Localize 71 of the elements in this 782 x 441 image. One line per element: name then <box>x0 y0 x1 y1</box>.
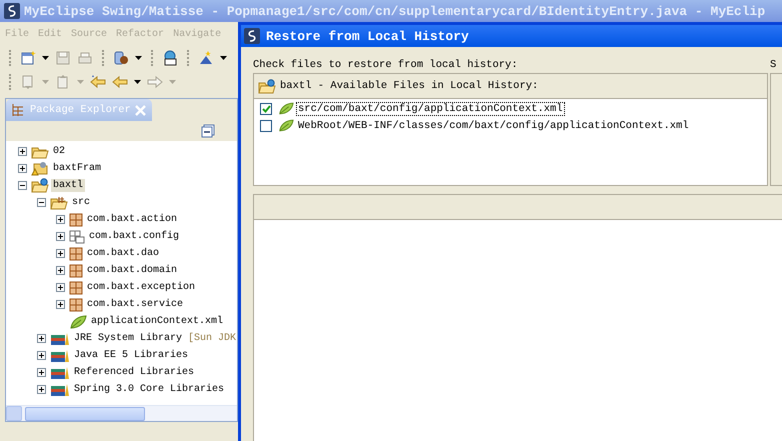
jar-with-bean-icon[interactable] <box>113 50 129 66</box>
collapse-toggle[interactable] <box>37 198 46 207</box>
wizard-icon[interactable] <box>198 50 214 66</box>
package-icon <box>69 212 83 226</box>
library-books-icon <box>50 332 70 346</box>
file-path[interactable]: src/com/baxt/config/applicationContext.xml <box>297 102 564 114</box>
caret-icon[interactable] <box>134 80 141 84</box>
package-icon <box>69 264 83 278</box>
tree-item[interactable]: baxtFram <box>51 162 104 175</box>
leaf-icon <box>278 102 294 115</box>
collapse-all-icon[interactable] <box>201 124 215 138</box>
tree-item[interactable]: baxtl <box>51 179 86 192</box>
library-books-icon <box>50 382 70 396</box>
source-folder-icon <box>50 196 68 210</box>
tree-item-decoration: [Sun JDK <box>188 333 236 344</box>
empty-package-icon <box>69 230 85 244</box>
new-file-icon[interactable] <box>20 50 36 66</box>
library-books-icon <box>50 348 70 362</box>
files-header: baxtl - Available Files in Local History: <box>280 80 538 92</box>
tree-item[interactable]: com.baxt.action <box>85 213 180 226</box>
collapse-toggle[interactable] <box>18 181 27 190</box>
caret-icon[interactable] <box>42 56 49 60</box>
tree-item[interactable]: com.baxt.service <box>85 298 186 311</box>
tree-item[interactable]: Referenced Libraries <box>72 366 196 379</box>
window-title: MyEclipse Swing/Matisse - Popmanage1/src/com/cn/supplementarycard/BIdentityEntry.java - MyEclip <box>24 4 766 18</box>
expand-toggle[interactable] <box>37 368 46 377</box>
leaf-icon <box>69 314 87 328</box>
tree-item[interactable]: Java EE 5 Libraries <box>72 349 190 362</box>
expand-toggle[interactable] <box>18 164 27 173</box>
library-books-icon <box>50 366 70 380</box>
tree-item[interactable]: com.baxt.exception <box>85 281 198 294</box>
package-view-icon <box>12 104 24 116</box>
instruction-label: Check files to restore from local history: <box>253 59 519 71</box>
expand-toggle[interactable] <box>56 215 65 224</box>
expand-toggle[interactable] <box>56 232 65 241</box>
caret-icon[interactable] <box>135 56 142 60</box>
caret-icon[interactable] <box>220 56 227 60</box>
tree-item[interactable]: 02 <box>51 145 68 158</box>
app-logo-icon <box>244 28 260 44</box>
tree-item[interactable]: com.baxt.domain <box>85 264 180 277</box>
tree-item[interactable]: applicationContext.xml <box>89 315 226 328</box>
expand-toggle[interactable] <box>56 266 65 275</box>
folder-icon <box>31 144 49 158</box>
expand-toggle[interactable] <box>56 300 65 309</box>
project-folder-icon <box>31 178 49 193</box>
checkbox[interactable] <box>260 102 272 114</box>
dialog-title: Restore from Local History <box>266 28 469 44</box>
back-arrow-icon[interactable] <box>112 74 128 90</box>
tree-item[interactable]: src <box>70 196 92 209</box>
tree-item[interactable]: com.baxt.config <box>87 230 182 243</box>
last-edit-arrow-icon[interactable] <box>90 74 106 90</box>
expand-toggle[interactable] <box>37 351 46 360</box>
side-label: S <box>770 59 778 71</box>
project-warning-icon <box>31 161 49 176</box>
expand-toggle[interactable] <box>37 334 46 343</box>
package-icon <box>69 280 83 294</box>
expand-toggle[interactable] <box>37 385 46 394</box>
package-icon <box>69 298 83 312</box>
globe-icon[interactable] <box>162 50 178 66</box>
expand-toggle[interactable] <box>56 283 65 292</box>
package-icon <box>69 246 83 260</box>
tree-item[interactable]: Spring 3.0 Core Libraries <box>72 383 226 396</box>
checkbox[interactable] <box>260 120 272 132</box>
app-logo-icon <box>4 3 20 19</box>
leaf-icon <box>278 119 294 132</box>
project-folder-icon <box>258 78 276 94</box>
file-path[interactable]: WebRoot/WEB-INF/classes/com/baxt/config/applicationContext.xml <box>297 120 690 132</box>
expand-toggle[interactable] <box>56 249 65 258</box>
tree-item[interactable]: com.baxt.dao <box>85 247 162 260</box>
expand-toggle[interactable] <box>18 147 27 156</box>
tree-item[interactable]: JRE System Library <box>72 332 184 345</box>
